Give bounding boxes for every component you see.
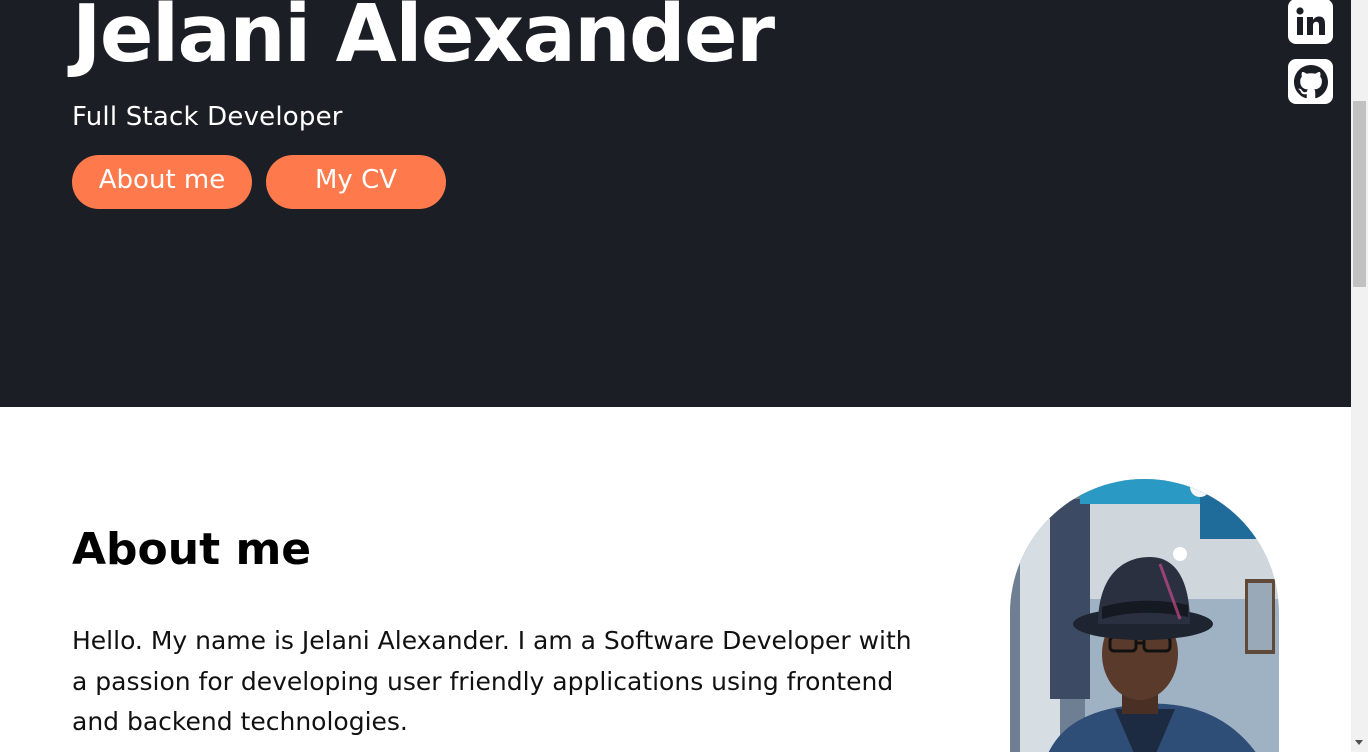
github-icon	[1293, 64, 1328, 98]
about-me-button[interactable]: About me	[72, 155, 252, 209]
page: Jelani Alexander Full Stack Developer Ab…	[0, 0, 1351, 752]
profile-photo	[1010, 479, 1279, 752]
about-text: Hello. My name is Jelani Alexander. I am…	[72, 626, 912, 736]
scrollbar[interactable]	[1351, 0, 1368, 752]
linkedin-icon	[1295, 6, 1325, 35]
hero-role: Full Stack Developer	[72, 102, 343, 132]
scrollbar-thumb[interactable]	[1353, 101, 1366, 287]
my-cv-button[interactable]: My CV	[266, 155, 446, 209]
linkedin-link[interactable]	[1288, 0, 1333, 44]
scroll-down-arrow-icon[interactable]	[1355, 740, 1363, 745]
github-link[interactable]	[1288, 59, 1333, 104]
hero-section: Jelani Alexander Full Stack Developer Ab…	[0, 0, 1351, 407]
hero-name: Jelani Alexander	[72, 0, 775, 80]
about-title: About me	[72, 524, 312, 575]
